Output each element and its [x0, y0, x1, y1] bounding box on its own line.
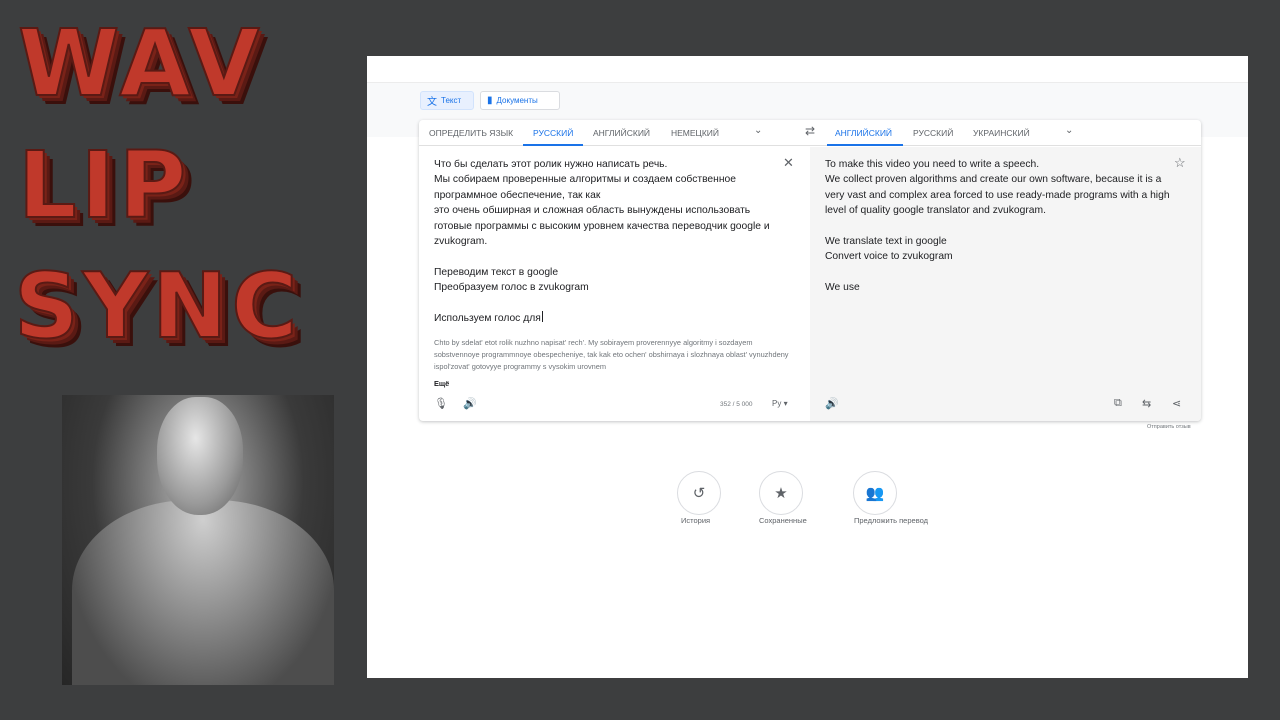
portrait-body	[72, 500, 334, 685]
translator-window: 文 Текст ▮ Документы ОПРЕДЕЛИТЬ ЯЗЫК РУСС…	[367, 56, 1248, 678]
clear-text-icon[interactable]: ✕	[783, 155, 794, 171]
chevron-down-icon[interactable]: ⌄	[1065, 125, 1073, 136]
language-bar: ОПРЕДЕЛИТЬ ЯЗЫК РУССКИЙ АНГЛИЙСКИЙ НЕМЕЦ…	[419, 120, 1201, 146]
title-lip: LIP	[17, 132, 191, 239]
translation-panel: ОПРЕДЕЛИТЬ ЯЗЫК РУССКИЙ АНГЛИЙСКИЙ НЕМЕЦ…	[419, 120, 1201, 421]
speaker-icon[interactable]: 🔊	[825, 397, 839, 410]
suggest-label: Предложить перевод	[854, 516, 928, 525]
keyboard-label: Ру	[772, 399, 782, 408]
keyboard-selector[interactable]: Ру ▾	[772, 399, 788, 408]
tab-target-english[interactable]: АНГЛИЙСКИЙ	[835, 128, 892, 138]
portrait-image	[62, 395, 334, 685]
translate-icon: 文	[427, 97, 437, 108]
tab-target-russian[interactable]: РУССКИЙ	[913, 128, 953, 138]
translated-text: To make this video you need to write a s…	[825, 159, 1170, 294]
text-mode-label: Текст	[441, 96, 462, 105]
chevron-down-icon[interactable]: ⌄	[754, 125, 762, 136]
character-count: 352 / 5 000	[720, 401, 753, 408]
send-feedback-link[interactable]: Отправить отзыв	[1147, 424, 1191, 430]
title-sync: SYNC	[13, 254, 302, 359]
copy-icon[interactable]: ⧉	[1114, 397, 1122, 410]
swap-languages-icon[interactable]: ⇄	[805, 124, 815, 138]
tab-source-russian[interactable]: РУССКИЙ	[533, 128, 573, 138]
source-text-area[interactable]: Что бы сделать этот ролик нужно написать…	[419, 147, 810, 421]
source-active-underline	[523, 144, 583, 146]
people-icon: 👥	[865, 485, 885, 502]
title-wav: WAV	[17, 10, 264, 117]
documents-mode-button[interactable]: ▮ Документы	[480, 91, 560, 110]
source-text-input[interactable]: Что бы сделать этот ролик нужно написать…	[434, 157, 779, 326]
tab-source-english[interactable]: АНГЛИЙСКИЙ	[593, 128, 650, 138]
speaker-icon[interactable]: 🔊	[463, 397, 477, 410]
target-active-underline	[827, 144, 903, 146]
source-text: Что бы сделать этот ролик нужно написать…	[434, 159, 770, 325]
document-icon: ▮	[487, 95, 493, 106]
portrait-head	[157, 397, 243, 515]
history-icon: ↺	[692, 485, 706, 502]
history-button[interactable]: ↺	[677, 471, 721, 515]
microphone-icon[interactable]: 🎙	[434, 397, 448, 410]
text-mode-button[interactable]: 文 Текст	[420, 91, 474, 110]
history-label: История	[681, 516, 711, 525]
tab-source-german[interactable]: НЕМЕЦКИЙ	[671, 128, 719, 138]
rate-translation-icon[interactable]: ⇆	[1142, 397, 1151, 410]
tab-detect-language[interactable]: ОПРЕДЕЛИТЬ ЯЗЫК	[429, 128, 513, 138]
text-caret	[541, 311, 543, 323]
target-text-area: To make this video you need to write a s…	[810, 147, 1201, 421]
saved-button[interactable]: ★	[759, 471, 803, 515]
suggest-button[interactable]: 👥	[853, 471, 897, 515]
transliteration: Chto by sdelat' etot rolik nuzhno napisa…	[434, 338, 789, 371]
star-icon[interactable]: ☆	[1174, 155, 1186, 171]
documents-mode-label: Документы	[496, 96, 538, 105]
star-filled-icon: ★	[774, 485, 788, 502]
tab-target-ukrainian[interactable]: УКРАИНСКИЙ	[973, 128, 1030, 138]
share-icon[interactable]: ⋖	[1172, 397, 1181, 410]
saved-label: Сохраненные	[759, 516, 807, 525]
more-link[interactable]: Ещё	[434, 379, 449, 388]
